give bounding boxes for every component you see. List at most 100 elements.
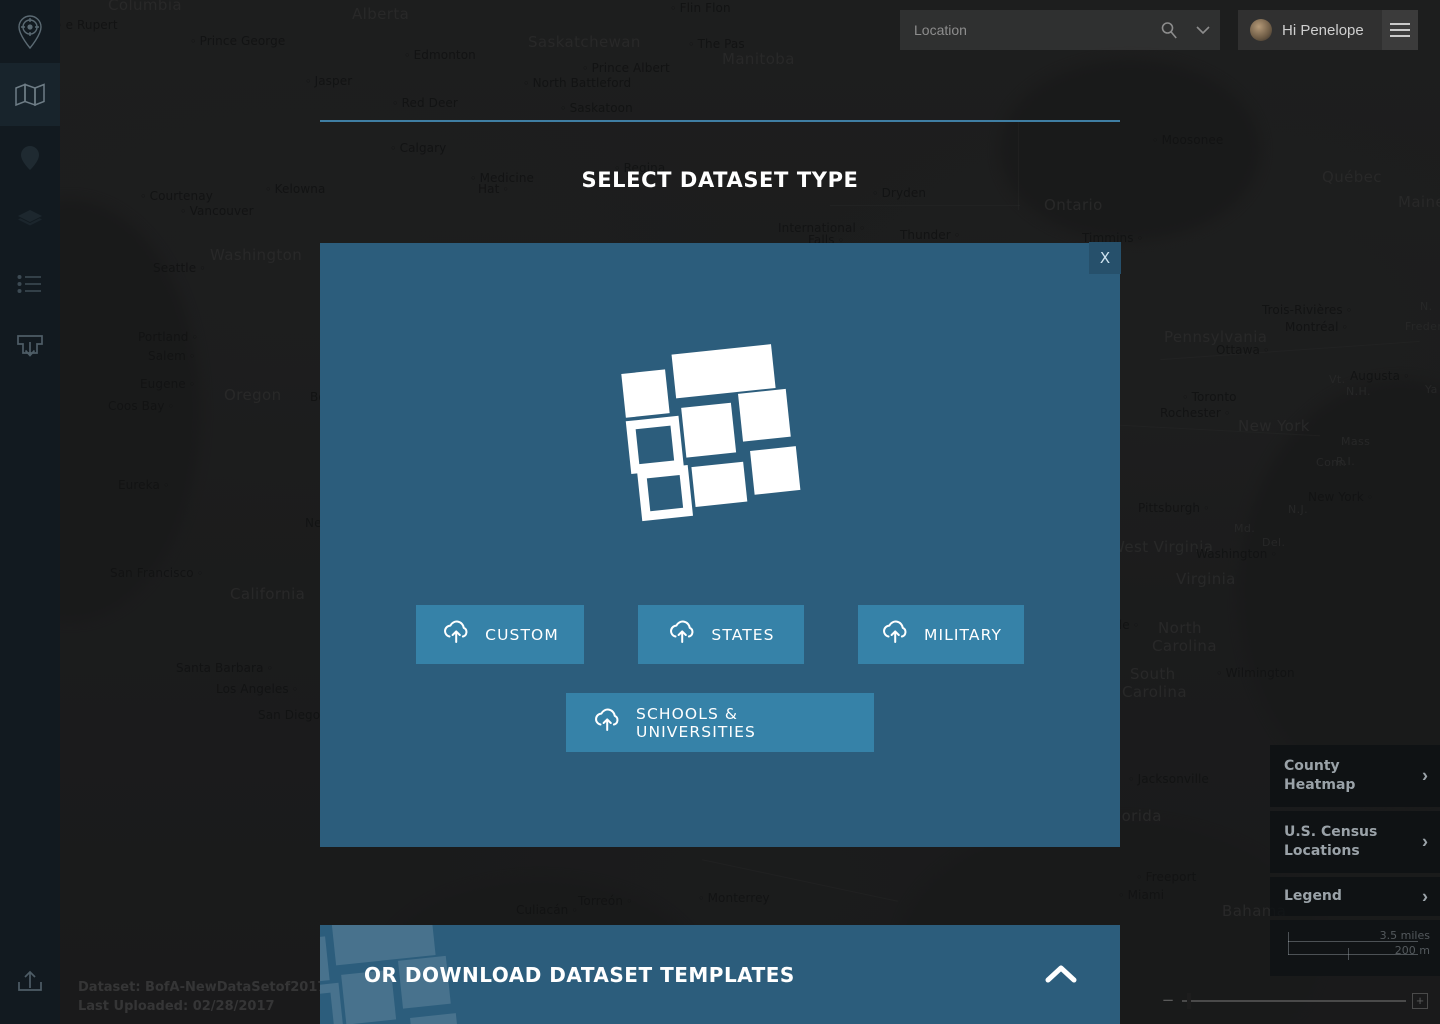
panel-legend[interactable]: Legend › [1270,877,1440,916]
panel-label: County Heatmap [1284,758,1356,793]
sidebar-item-map[interactable] [0,63,60,126]
map-region-label: N. [1420,300,1433,313]
map-city-label: New York [1308,490,1373,504]
map-border-line [1018,120,1019,210]
map-city-label: Seattle [153,261,206,275]
map-city-label: Culiacán [516,903,578,917]
map-region-label: Québec [1322,168,1382,186]
modal-title: SELECT DATASET TYPE [581,168,859,192]
dataset-type-wide-button-row: SCHOOLS & UNIVERSITIES [320,693,1120,752]
zoom-slider-handle[interactable] [1187,993,1191,1009]
map-region-label: Manitoba [722,50,795,68]
map-city-label: Salem [148,349,195,363]
scale-tick [1348,948,1349,960]
chevron-right-icon: › [1422,831,1428,852]
map-city-label: Prince Albert [582,61,670,75]
scale-bar: 3.5 miles 200 m [1270,920,1440,976]
map-region-label: New York [1238,417,1310,435]
zoom-in-button[interactable]: + [1412,993,1428,1009]
map-city-label: Eureka [118,478,170,492]
user-menu[interactable]: Hi Penelope [1238,10,1418,50]
map-region-label: Ya [1425,383,1438,396]
hamburger-bar [1390,29,1410,31]
map-region-label: N.J. [1288,503,1309,516]
map-region-label: Washington [210,246,303,264]
dataset-button-label: CUSTOM [485,625,559,644]
map-region-label: Vt. [1329,373,1346,386]
map-city-label: Washington [1196,547,1277,561]
cloud-upload-icon [880,620,910,649]
map-region-label: Ontario [1044,196,1103,214]
select-dataset-type-dialog: X CUSTOM STATES MILITARY SCHOOLS & UNIVE… [320,242,1121,847]
zoom-slider-control[interactable]: − + [1160,988,1428,1014]
map-region-label: Saskatchewan [528,33,641,51]
close-icon[interactable]: X [1089,242,1121,274]
sidebar-item-list[interactable] [0,252,60,315]
scale-tick [1288,941,1289,955]
map-region-label: Carolina [1122,683,1187,701]
map-city-label: North Battleford [523,76,632,90]
map-city-label: Jacksonville [1128,772,1209,786]
map-water-hudson [1000,60,1260,240]
dataset-button-custom[interactable]: CUSTOM [416,605,584,664]
dataset-button-label: SCHOOLS & UNIVERSITIES [636,704,756,741]
map-region-label: Mass [1341,435,1371,448]
scale-label-imperial: 3.5 miles [1379,929,1430,942]
map-city-label: Freeport [1136,870,1197,884]
greeting-label: Hi Penelope [1282,21,1364,39]
sidebar-item-markers[interactable] [0,126,60,189]
location-search[interactable] [900,10,1220,50]
locate-pin-icon [15,14,45,50]
chevron-right-icon: › [1422,886,1428,906]
upload-icon [16,968,44,994]
hamburger-bar [1390,35,1410,37]
map-city-label: Kelowna [265,182,326,196]
map-city-label: Saskatoon [560,101,633,115]
map-region-label: South [1130,665,1176,683]
sidebar-item-download[interactable] [0,315,60,378]
chevron-down-icon[interactable] [1186,24,1220,36]
map-city-label: Moosonee [1152,133,1224,147]
map-region-label: Carolina [1152,637,1217,655]
sidebar-item-upload[interactable] [0,949,60,1012]
panel-label: Legend [1284,888,1342,904]
dataset-button-schools-universities[interactable]: SCHOOLS & UNIVERSITIES [566,693,874,752]
panel-label: U.S. Census Locations [1284,824,1378,859]
map-region-label: California [230,585,306,603]
dataset-button-military[interactable]: MILITARY [858,605,1024,664]
download-icon [16,333,44,361]
map-city-label: Santa Barbara [176,661,273,675]
sidebar-item-locate[interactable] [0,0,60,63]
map-city-label: San Francisco [110,566,203,580]
cloud-upload-icon [667,620,697,649]
map-city-label: Monterrey [698,891,770,905]
grid-logo-icon [620,338,820,528]
map-city-label: Eugene [140,377,195,391]
search-input[interactable] [900,22,1152,38]
map-city-label: Thunder [900,228,960,242]
chevron-up-icon[interactable] [1044,961,1078,987]
map-city-label: Vancouver [180,204,254,218]
hamburger-bar [1390,23,1410,25]
map-city-label: Calgary [390,141,447,155]
layers-icon [18,209,42,232]
map-city-label: e Rupert [56,18,118,32]
map-region-label: Maine [1398,193,1440,211]
hamburger-icon[interactable] [1382,10,1418,50]
sidebar-item-layers[interactable] [0,189,60,252]
panel-us-census-locations[interactable]: U.S. Census Locations › [1270,811,1440,873]
panel-county-heatmap[interactable]: County Heatmap › [1270,745,1440,807]
zoom-out-button[interactable]: − [1160,993,1176,1009]
map-region-label: N.H. [1346,385,1371,398]
marker-pin-icon [21,145,39,170]
dataset-button-states[interactable]: STATES [638,605,804,664]
map-city-label: Portland [138,330,198,344]
map-region-label: Freder [1405,320,1440,333]
zoom-slider-track[interactable] [1182,993,1406,1009]
dataset-info: Dataset: BofA-NewDataSetof2017.csv Last … [78,978,355,1016]
map-city-label: Ottawa [1216,343,1270,357]
dataset-uploaded-line: Last Uploaded: 02/28/2017 [78,999,275,1014]
dataset-type-buttons: CUSTOM STATES MILITARY [320,605,1120,664]
search-icon[interactable] [1152,21,1186,39]
download-templates-panel[interactable]: OR DOWNLOAD DATASET TEMPLATES [320,925,1120,1024]
